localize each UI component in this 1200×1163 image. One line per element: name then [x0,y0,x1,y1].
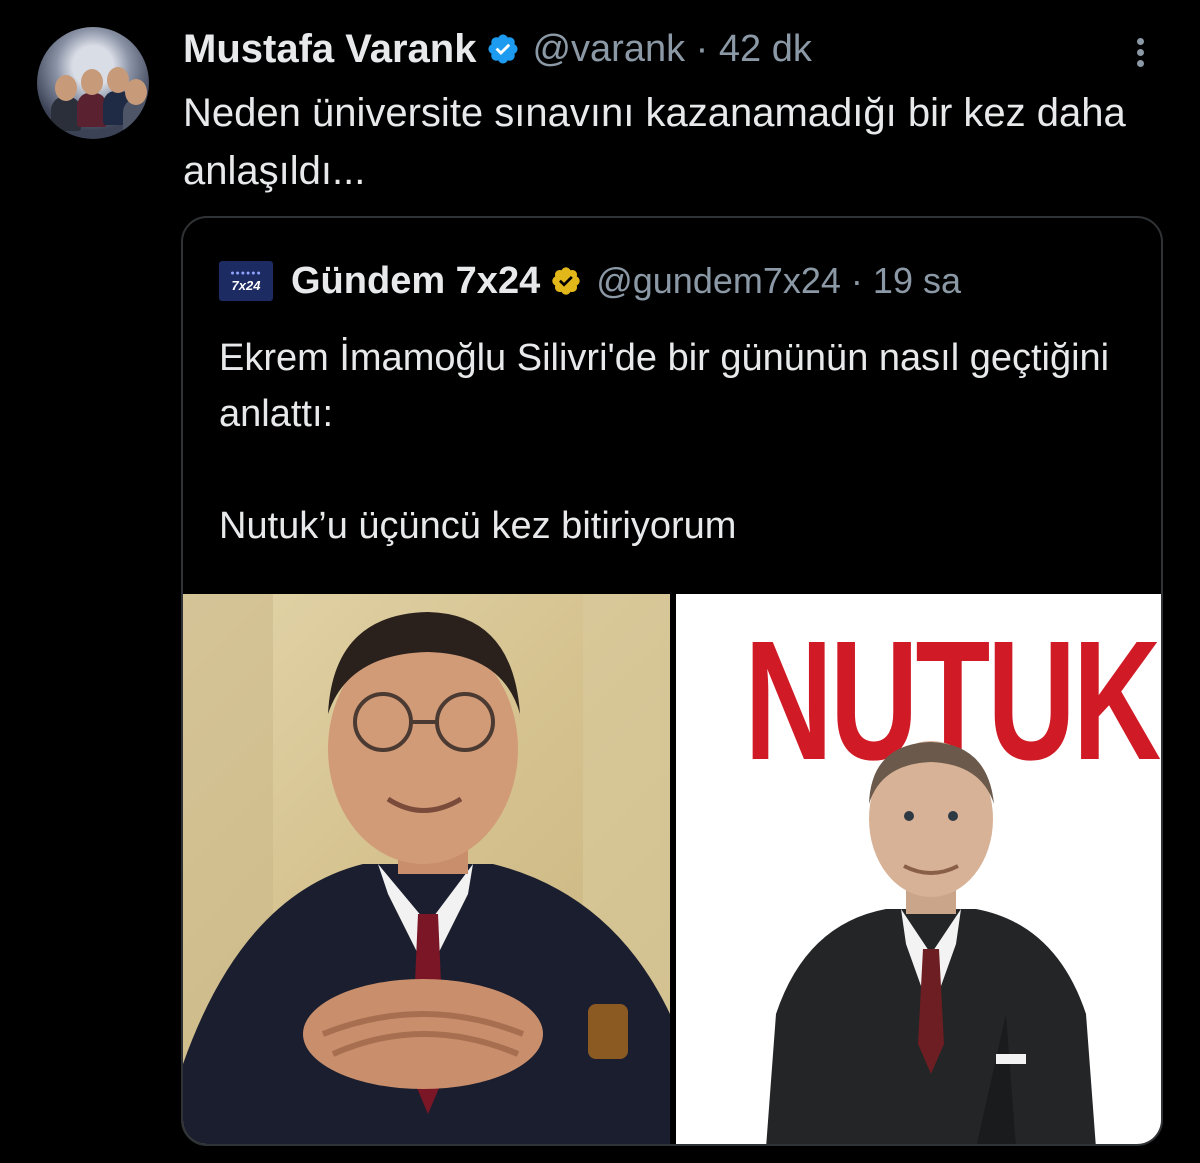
media-photo-right[interactable]: NUTUK [676,594,1161,1144]
avatar-label: 7x24 [231,277,261,293]
quoted-author-avatar[interactable]: ●●●●●● 7x24 [219,261,273,301]
quoted-author-handle-time[interactable]: @gundem7x24 · 19 sa [596,260,961,302]
author-avatar[interactable] [37,27,149,139]
tweet-header: Mustafa Varank @varank · 42 dk [183,24,812,74]
quoted-author-name[interactable]: Gündem 7x24 [291,260,540,303]
quoted-tweet-media: NUTUK [183,594,1161,1144]
more-options-icon[interactable] [1123,32,1159,72]
ataturk-portrait-illustration [766,741,1096,1144]
media-photo-left[interactable] [183,594,670,1144]
avatar-dots: ●●●●●● [230,269,262,277]
quoted-tweet-header: ●●●●●● 7x24 Gündem 7x24 @gundem7x24 · 19… [219,256,961,306]
quoted-tweet-text: Ekrem İmamoğlu Silivri'de bir gününün na… [219,337,1110,547]
gold-verified-badge-icon [552,267,580,295]
author-name[interactable]: Mustafa Varank [183,27,476,72]
verified-badge-icon [488,34,518,64]
tweet-text: Neden üniversite sınavını kazanamadığı b… [183,91,1126,193]
man-portrait-illustration [183,594,670,1144]
author-handle-time[interactable]: @varank · 42 dk [532,28,811,71]
quoted-tweet[interactable]: ●●●●●● 7x24 Gündem 7x24 @gundem7x24 · 19… [181,216,1163,1146]
